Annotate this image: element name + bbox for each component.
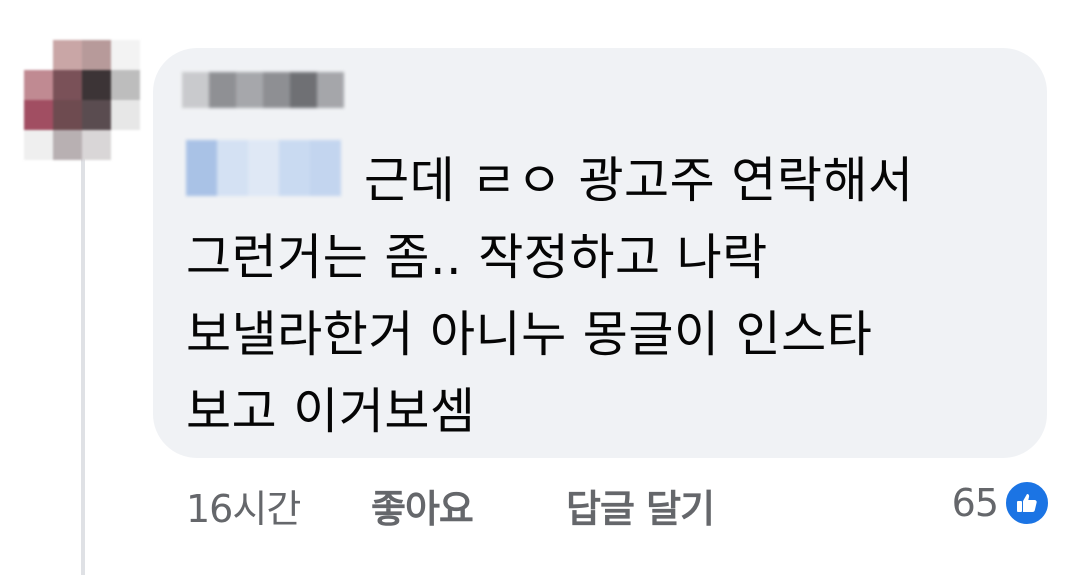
comment-line: 근데 ㄹㅇ 광고주 연락해서 [364,152,914,209]
reaction-count: 65 [951,481,999,525]
author-name[interactable] [182,72,344,108]
comment-line: 그런거는 좀.. 작정하고 나락 [186,229,768,286]
avatar[interactable] [24,40,140,160]
comment-timestamp[interactable]: 16시간 [186,478,371,533]
thread-line [81,150,85,575]
reaction-summary[interactable]: 65 [952,480,1050,526]
comment-screen: 근데 ㄹㅇ 광고주 연락해서 그런거는 좀.. 작정하고 나락 보낼라한거 아니… [0,0,1080,575]
comment-actions: 16시간 좋아요 답글 달기 [186,478,715,533]
comment-text: 근데 ㄹㅇ 광고주 연락해서 그런거는 좀.. 작정하고 나락 보낼라한거 아니… [186,142,1026,450]
like-button[interactable]: 좋아요 [371,478,566,533]
reply-button[interactable]: 답글 달기 [566,478,715,533]
thumbs-up-icon [1004,480,1050,526]
comment-line: 보낼라한거 아니누 몽글이 인스타 [186,306,873,363]
comment-line: 보고 이거보셈 [186,383,476,440]
